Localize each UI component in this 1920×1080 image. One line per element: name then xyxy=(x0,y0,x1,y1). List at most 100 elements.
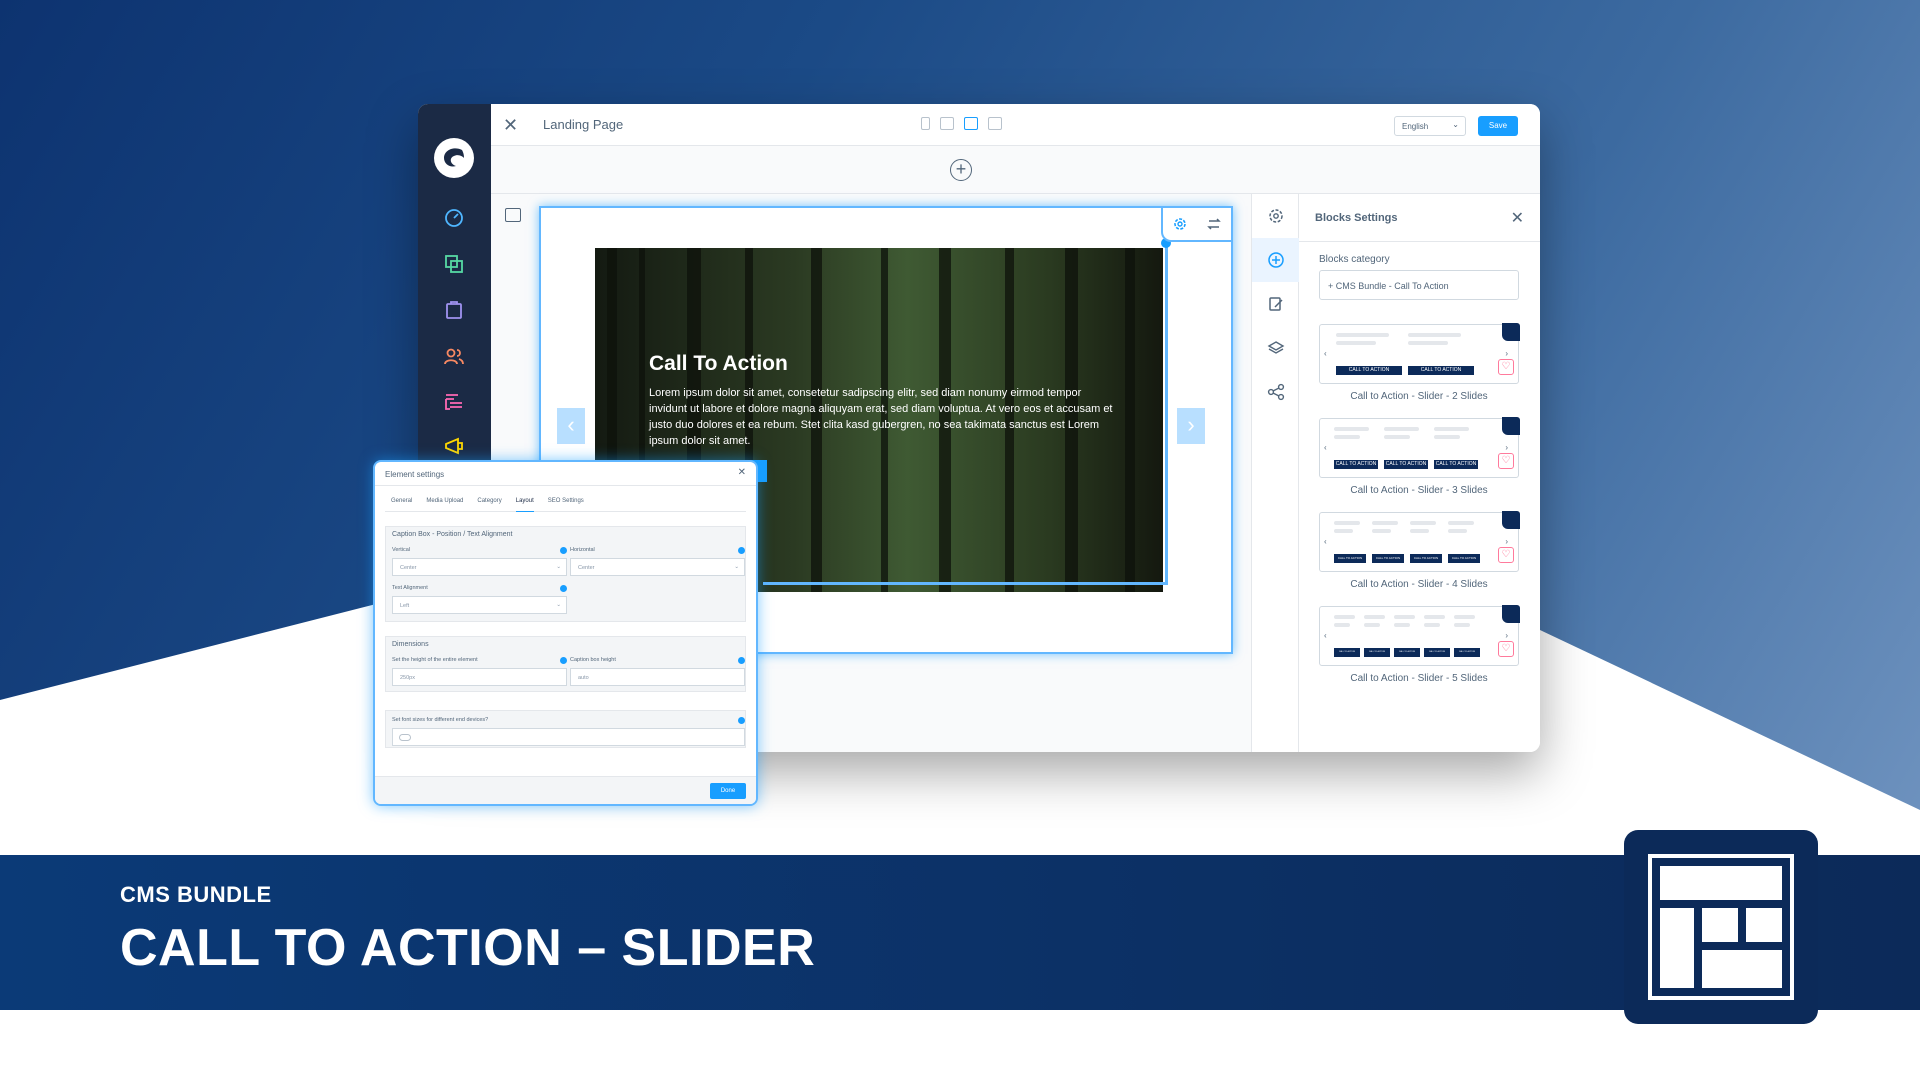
block-actions xyxy=(1161,206,1233,242)
horizontal-label: Horizontal xyxy=(570,547,595,553)
text-alignment-select[interactable]: Left ⌄ xyxy=(392,596,567,614)
chevron-left-icon: ‹ xyxy=(1324,537,1327,546)
mobile-icon[interactable] xyxy=(921,117,930,130)
font-sizes-toggle[interactable] xyxy=(399,734,411,741)
gear-icon xyxy=(1268,209,1283,223)
text-alignment-label: Text Alignment xyxy=(392,585,428,591)
add-section-icon[interactable]: + xyxy=(950,159,972,181)
mini-slide: CALL TO ACTION xyxy=(1384,427,1428,469)
tree-trunk xyxy=(1125,248,1135,592)
block-preview-5-slides[interactable]: ‹ CALL TO ACTION CALL TO ACTION CALL TO … xyxy=(1319,605,1520,666)
customers-icon[interactable] xyxy=(442,344,466,368)
horizontal-select[interactable]: Center ⌄ xyxy=(570,558,745,576)
rail-add-block[interactable] xyxy=(1252,238,1299,282)
mini-slide: CALL TO ACTION xyxy=(1336,333,1402,375)
category-select[interactable]: + CMS Bundle - Call To Action xyxy=(1319,270,1519,300)
blocks-settings-panel: Blocks Settings ✕ Blocks category + CMS … xyxy=(1299,194,1540,752)
block-caption: Call to Action - Slider - 3 Slides xyxy=(1350,485,1488,496)
font-sizes-field xyxy=(392,728,745,746)
chevron-left-icon: ‹ xyxy=(1324,443,1327,452)
heart-icon[interactable]: ♡ xyxy=(1498,453,1514,469)
heart-icon[interactable]: ♡ xyxy=(1498,641,1514,657)
slider-prev-arrow[interactable]: ‹ xyxy=(557,408,585,444)
share-icon xyxy=(1267,383,1284,401)
help-icon[interactable] xyxy=(560,547,567,554)
dashboard-icon[interactable] xyxy=(442,206,466,230)
mini-slide: CALL TO ACTION xyxy=(1372,521,1404,563)
rail-share[interactable] xyxy=(1252,370,1299,414)
mini-slide: CALL TO ACTION xyxy=(1334,615,1360,657)
layout-blocks-icon xyxy=(1624,830,1818,1024)
help-icon[interactable] xyxy=(738,547,745,554)
vertical-select[interactable]: Center ⌄ xyxy=(392,558,567,576)
device-switcher xyxy=(921,117,1002,130)
desktop-icon[interactable] xyxy=(964,117,978,130)
language-select[interactable]: English ⌄ xyxy=(1394,116,1466,136)
block-caption: Call to Action - Slider - 2 Slides xyxy=(1350,391,1488,402)
block-caption: Call to Action - Slider - 5 Slides xyxy=(1350,673,1488,684)
rail-layers[interactable] xyxy=(1252,326,1299,370)
help-icon[interactable] xyxy=(560,585,567,592)
height-input[interactable]: 250px xyxy=(392,668,567,686)
height-label: Set the height of the entire element xyxy=(392,657,478,663)
gear-icon[interactable] xyxy=(1172,216,1188,232)
close-icon[interactable]: ✕ xyxy=(1511,208,1524,228)
tablet-icon[interactable] xyxy=(940,117,954,130)
mini-slide: CALL TO ACTION xyxy=(1424,615,1450,657)
banner-subtitle: CMS BUNDLE xyxy=(120,882,272,907)
tab-media-upload[interactable]: Media Upload xyxy=(426,498,463,512)
mini-slide: CALL TO ACTION xyxy=(1334,521,1366,563)
block-preview-2-slides[interactable]: ‹ CALL TO ACTION CALL TO ACTION › ♡ xyxy=(1319,323,1520,384)
save-button[interactable]: Save xyxy=(1478,116,1518,136)
content-icon[interactable] xyxy=(442,390,466,414)
close-icon[interactable]: ✕ xyxy=(503,115,518,136)
tab-seo-settings[interactable]: SEO Settings xyxy=(548,498,584,512)
marketing-icon[interactable] xyxy=(442,434,466,458)
rail-settings[interactable] xyxy=(1252,194,1299,238)
shopware-logo[interactable] xyxy=(434,138,474,178)
chevron-down-icon: ⌄ xyxy=(556,564,561,570)
swap-icon[interactable] xyxy=(1206,216,1222,232)
mini-slide: CALL TO ACTION xyxy=(1410,521,1442,563)
element-settings-modal: Element settings ✕ General Media Upload … xyxy=(373,460,758,806)
block-caption: Call to Action - Slider - 4 Slides xyxy=(1350,579,1488,590)
block-preview-3-slides[interactable]: ‹ CALL TO ACTION CALL TO ACTION CALL TO … xyxy=(1319,417,1520,478)
editor-topbar: ✕ Landing Page English ⌄ Save xyxy=(491,104,1540,146)
block-badge-icon xyxy=(1502,511,1520,529)
rail-edit[interactable] xyxy=(1252,282,1299,326)
caption-position-section: Caption Box - Position / Text Alignment … xyxy=(385,526,746,622)
block-badge-icon xyxy=(1502,323,1520,341)
block-badge-icon xyxy=(1502,417,1520,435)
tab-general[interactable]: General xyxy=(391,498,412,512)
add-section-bar: + xyxy=(491,146,1540,194)
tab-layout[interactable]: Layout xyxy=(515,498,534,512)
chevron-right-icon: › xyxy=(1505,631,1508,640)
help-icon[interactable] xyxy=(738,657,745,664)
modal-title: Element settings xyxy=(385,470,445,479)
orders-icon[interactable] xyxy=(442,298,466,322)
help-icon[interactable] xyxy=(738,717,745,724)
catalog-icon[interactable] xyxy=(442,252,466,276)
section-title: Caption Box - Position / Text Alignment xyxy=(392,531,513,538)
font-sizes-section: Set font sizes for different end devices… xyxy=(385,710,746,748)
help-icon[interactable] xyxy=(560,657,567,664)
block-preview-4-slides[interactable]: ‹ CALL TO ACTION CALL TO ACTION CALL TO … xyxy=(1319,511,1520,572)
mini-slide: CALL TO ACTION xyxy=(1434,427,1478,469)
list-icon[interactable] xyxy=(988,117,1002,130)
chevron-right-icon: › xyxy=(1505,443,1508,452)
done-button[interactable]: Done xyxy=(710,783,746,799)
slider-next-arrow[interactable]: › xyxy=(1177,408,1205,444)
edit-icon xyxy=(1268,297,1283,311)
caption-height-input[interactable]: auto xyxy=(570,668,745,686)
tab-category[interactable]: Category xyxy=(477,498,501,512)
category-label: Blocks category xyxy=(1319,254,1390,265)
banner-title: CALL TO ACTION – SLIDER xyxy=(120,919,816,977)
heart-icon[interactable]: ♡ xyxy=(1498,547,1514,563)
close-icon[interactable]: ✕ xyxy=(738,467,746,478)
panel-title: Blocks Settings xyxy=(1315,212,1398,224)
mini-slide: CALL TO ACTION xyxy=(1448,521,1480,563)
heart-icon[interactable]: ♡ xyxy=(1498,359,1514,375)
layout-icon[interactable] xyxy=(505,208,521,222)
font-sizes-label: Set font sizes for different end devices… xyxy=(392,717,489,723)
add-block-icon xyxy=(1267,252,1284,268)
